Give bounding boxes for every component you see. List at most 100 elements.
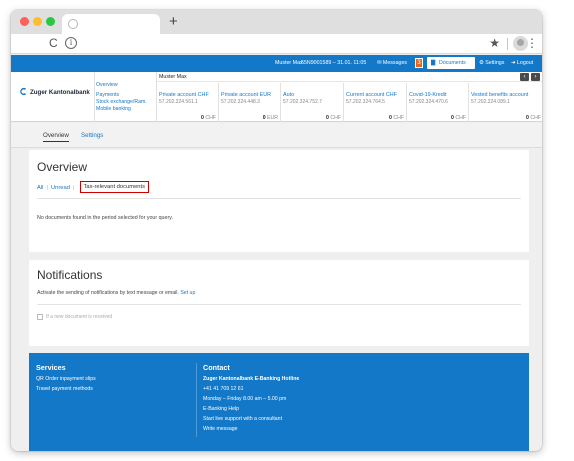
notifications-description: Activate the sending of notifications by… bbox=[37, 290, 195, 296]
account-currency: CHF bbox=[455, 115, 466, 121]
account-number: 57.202.324.752.7 bbox=[283, 99, 322, 105]
account-card[interactable]: Vested benefits account 57.202.324.089.1… bbox=[469, 83, 542, 122]
nav-payments[interactable]: Payments bbox=[96, 92, 119, 98]
account-card[interactable]: Covid-19-Kredit 57.202.324.470.6 0 CHF bbox=[407, 83, 469, 122]
browser-tab[interactable] bbox=[62, 14, 160, 34]
account-balance: 0 CHF bbox=[389, 115, 404, 121]
document-icon: ▇ bbox=[431, 60, 436, 66]
empty-state-message: No documents found in the period selecte… bbox=[37, 215, 173, 221]
messages-count-badge: 3 bbox=[415, 58, 423, 68]
account-balance: 0 CHF bbox=[326, 115, 341, 121]
accounts-strip: Muster Max ‹ › Private account CHF 57.20… bbox=[156, 72, 542, 122]
new-document-checkbox[interactable] bbox=[37, 314, 43, 320]
accounts-prev-button[interactable]: ‹ bbox=[520, 73, 529, 81]
filter-unread[interactable]: Unread bbox=[51, 185, 70, 191]
documents-label: Documents bbox=[439, 60, 466, 66]
bank-logo-icon bbox=[20, 87, 27, 96]
service-link[interactable]: QR Order inpayment slips bbox=[36, 376, 96, 382]
tab-favicon-icon bbox=[68, 19, 78, 29]
service-link[interactable]: Travel payment methods bbox=[36, 386, 93, 392]
account-currency: CHF bbox=[530, 115, 541, 121]
account-owner: Muster Max bbox=[159, 74, 187, 80]
accounts-next-button[interactable]: › bbox=[531, 73, 540, 81]
write-message-link[interactable]: Write message bbox=[203, 426, 238, 432]
account-name: Vested benefits account bbox=[471, 92, 529, 98]
logout-label: Logout bbox=[516, 60, 534, 66]
account-balance: 0 CHF bbox=[451, 115, 466, 121]
account-amount: 0 bbox=[325, 115, 329, 121]
account-name: Private account EUR bbox=[221, 92, 272, 98]
account-balance: 0 EUR bbox=[263, 115, 278, 121]
new-tab-button[interactable]: + bbox=[169, 13, 178, 30]
account-amount: 0 bbox=[388, 115, 392, 121]
account-number: 57.202.324.089.1 bbox=[471, 99, 510, 105]
minimize-window-button[interactable] bbox=[33, 17, 42, 26]
settings-label: Settings bbox=[485, 60, 505, 66]
account-balance: 0 CHF bbox=[526, 115, 541, 121]
account-amount: 0 bbox=[525, 115, 529, 121]
account-card[interactable]: Current account CHF 57.202.324.764.5 0 C… bbox=[344, 83, 407, 122]
hotline-phone[interactable]: +41 41 709 12 61 bbox=[203, 386, 244, 392]
tab-bar: + bbox=[11, 10, 542, 34]
user-bar: Muster Max 55N9001589 – 31.01. 11:05 ✉ M… bbox=[11, 55, 542, 72]
tab-settings[interactable]: Settings bbox=[81, 132, 103, 139]
new-document-checkbox-label: If a new document is received bbox=[46, 314, 113, 320]
account-currency: CHF bbox=[393, 115, 404, 121]
reload-icon[interactable]: C bbox=[49, 36, 58, 50]
account-currency: EUR bbox=[267, 115, 278, 121]
user-name: Muster Max bbox=[275, 60, 303, 66]
documents-button[interactable]: ▇ Documents bbox=[427, 57, 475, 69]
accounts-header: Muster Max ‹ › bbox=[157, 72, 542, 82]
toolbar-divider bbox=[507, 38, 508, 50]
documents-subnav: Overview Settings bbox=[11, 123, 542, 148]
browser-window: + C i ★ ⋮ Muster Max 55N9001589 – 31.01.… bbox=[11, 10, 542, 451]
notifications-desc-text: Activate the sending of notifications by… bbox=[37, 290, 179, 296]
account-number: 57.202.324.764.5 bbox=[346, 99, 385, 105]
account-currency: CHF bbox=[330, 115, 341, 121]
nav-stock-exchange[interactable]: Stock exchange/Ram. bbox=[96, 99, 147, 105]
nav-mobile-banking[interactable]: Mobile banking bbox=[96, 106, 131, 112]
account-card[interactable]: Auto 57.202.324.752.7 0 CHF bbox=[281, 83, 344, 122]
address-bar: C i ★ ⋮ bbox=[11, 34, 542, 54]
messages-link[interactable]: ✉ Messages bbox=[377, 60, 407, 66]
account-currency: CHF bbox=[205, 115, 216, 121]
services-title: Services bbox=[36, 363, 66, 372]
site-info-icon[interactable]: i bbox=[65, 37, 77, 49]
main-navigation: Zuger Kantonalbank Overview Payments Sto… bbox=[11, 72, 542, 122]
account-card[interactable]: Private account EUR 57.202.324.448.3 0 E… bbox=[219, 83, 281, 122]
divider bbox=[37, 304, 521, 305]
hotline-label: Zuger Kantonalbank E-Banking Hotline bbox=[203, 376, 300, 382]
tab-overview[interactable]: Overview bbox=[43, 132, 69, 142]
account-amount: 0 bbox=[200, 115, 204, 121]
contact-title: Contact bbox=[203, 363, 230, 372]
filter-separator: | bbox=[46, 185, 48, 191]
account-card[interactable]: Private account CHF 57.202.324.561.1 0 C… bbox=[157, 83, 219, 122]
account-name: Auto bbox=[283, 92, 295, 98]
account-balance: 0 CHF bbox=[201, 115, 216, 121]
overview-title: Overview bbox=[37, 160, 88, 174]
setup-link[interactable]: Set up bbox=[180, 290, 195, 296]
notifications-card: Notifications Activate the sending of no… bbox=[29, 260, 529, 346]
logout-link[interactable]: ➜ Logout bbox=[511, 60, 533, 66]
overview-card: Overview All | Unread | Tax-relevant documen… bbox=[29, 150, 529, 252]
maximize-window-button[interactable] bbox=[46, 17, 55, 26]
opening-hours: Monday – Friday 8.00 am – 5.00 pm bbox=[203, 396, 287, 402]
account-number: 57.202.324.470.6 bbox=[409, 99, 448, 105]
browser-menu-icon[interactable]: ⋮ bbox=[526, 36, 538, 50]
nav-overview[interactable]: Overview bbox=[96, 82, 118, 88]
account-name: Current account CHF bbox=[346, 92, 397, 98]
live-support-link[interactable]: Start live support with a consultant bbox=[203, 416, 282, 422]
filter-separator: | bbox=[72, 185, 75, 191]
account-amount: 0 bbox=[262, 115, 266, 121]
document-filters: All | Unread | Tax-relevant documents bbox=[37, 181, 150, 193]
bookmark-star-icon[interactable]: ★ bbox=[489, 36, 500, 50]
divider bbox=[37, 198, 521, 199]
nav-links: Overview Payments Stock exchange/Ram. Mo… bbox=[94, 72, 156, 122]
filter-tax-relevant[interactable]: Tax-relevant documents bbox=[79, 181, 150, 193]
session-info: 55N9001589 – 31.01. 11:05 bbox=[301, 60, 367, 66]
ebanking-help-link[interactable]: E-Banking Help bbox=[203, 406, 239, 412]
bank-logo-text: Zuger Kantonalbank bbox=[30, 89, 90, 96]
settings-link[interactable]: ⚙ Settings bbox=[479, 60, 504, 66]
account-number: 57.202.324.561.1 bbox=[159, 99, 198, 105]
close-window-button[interactable] bbox=[20, 17, 29, 26]
